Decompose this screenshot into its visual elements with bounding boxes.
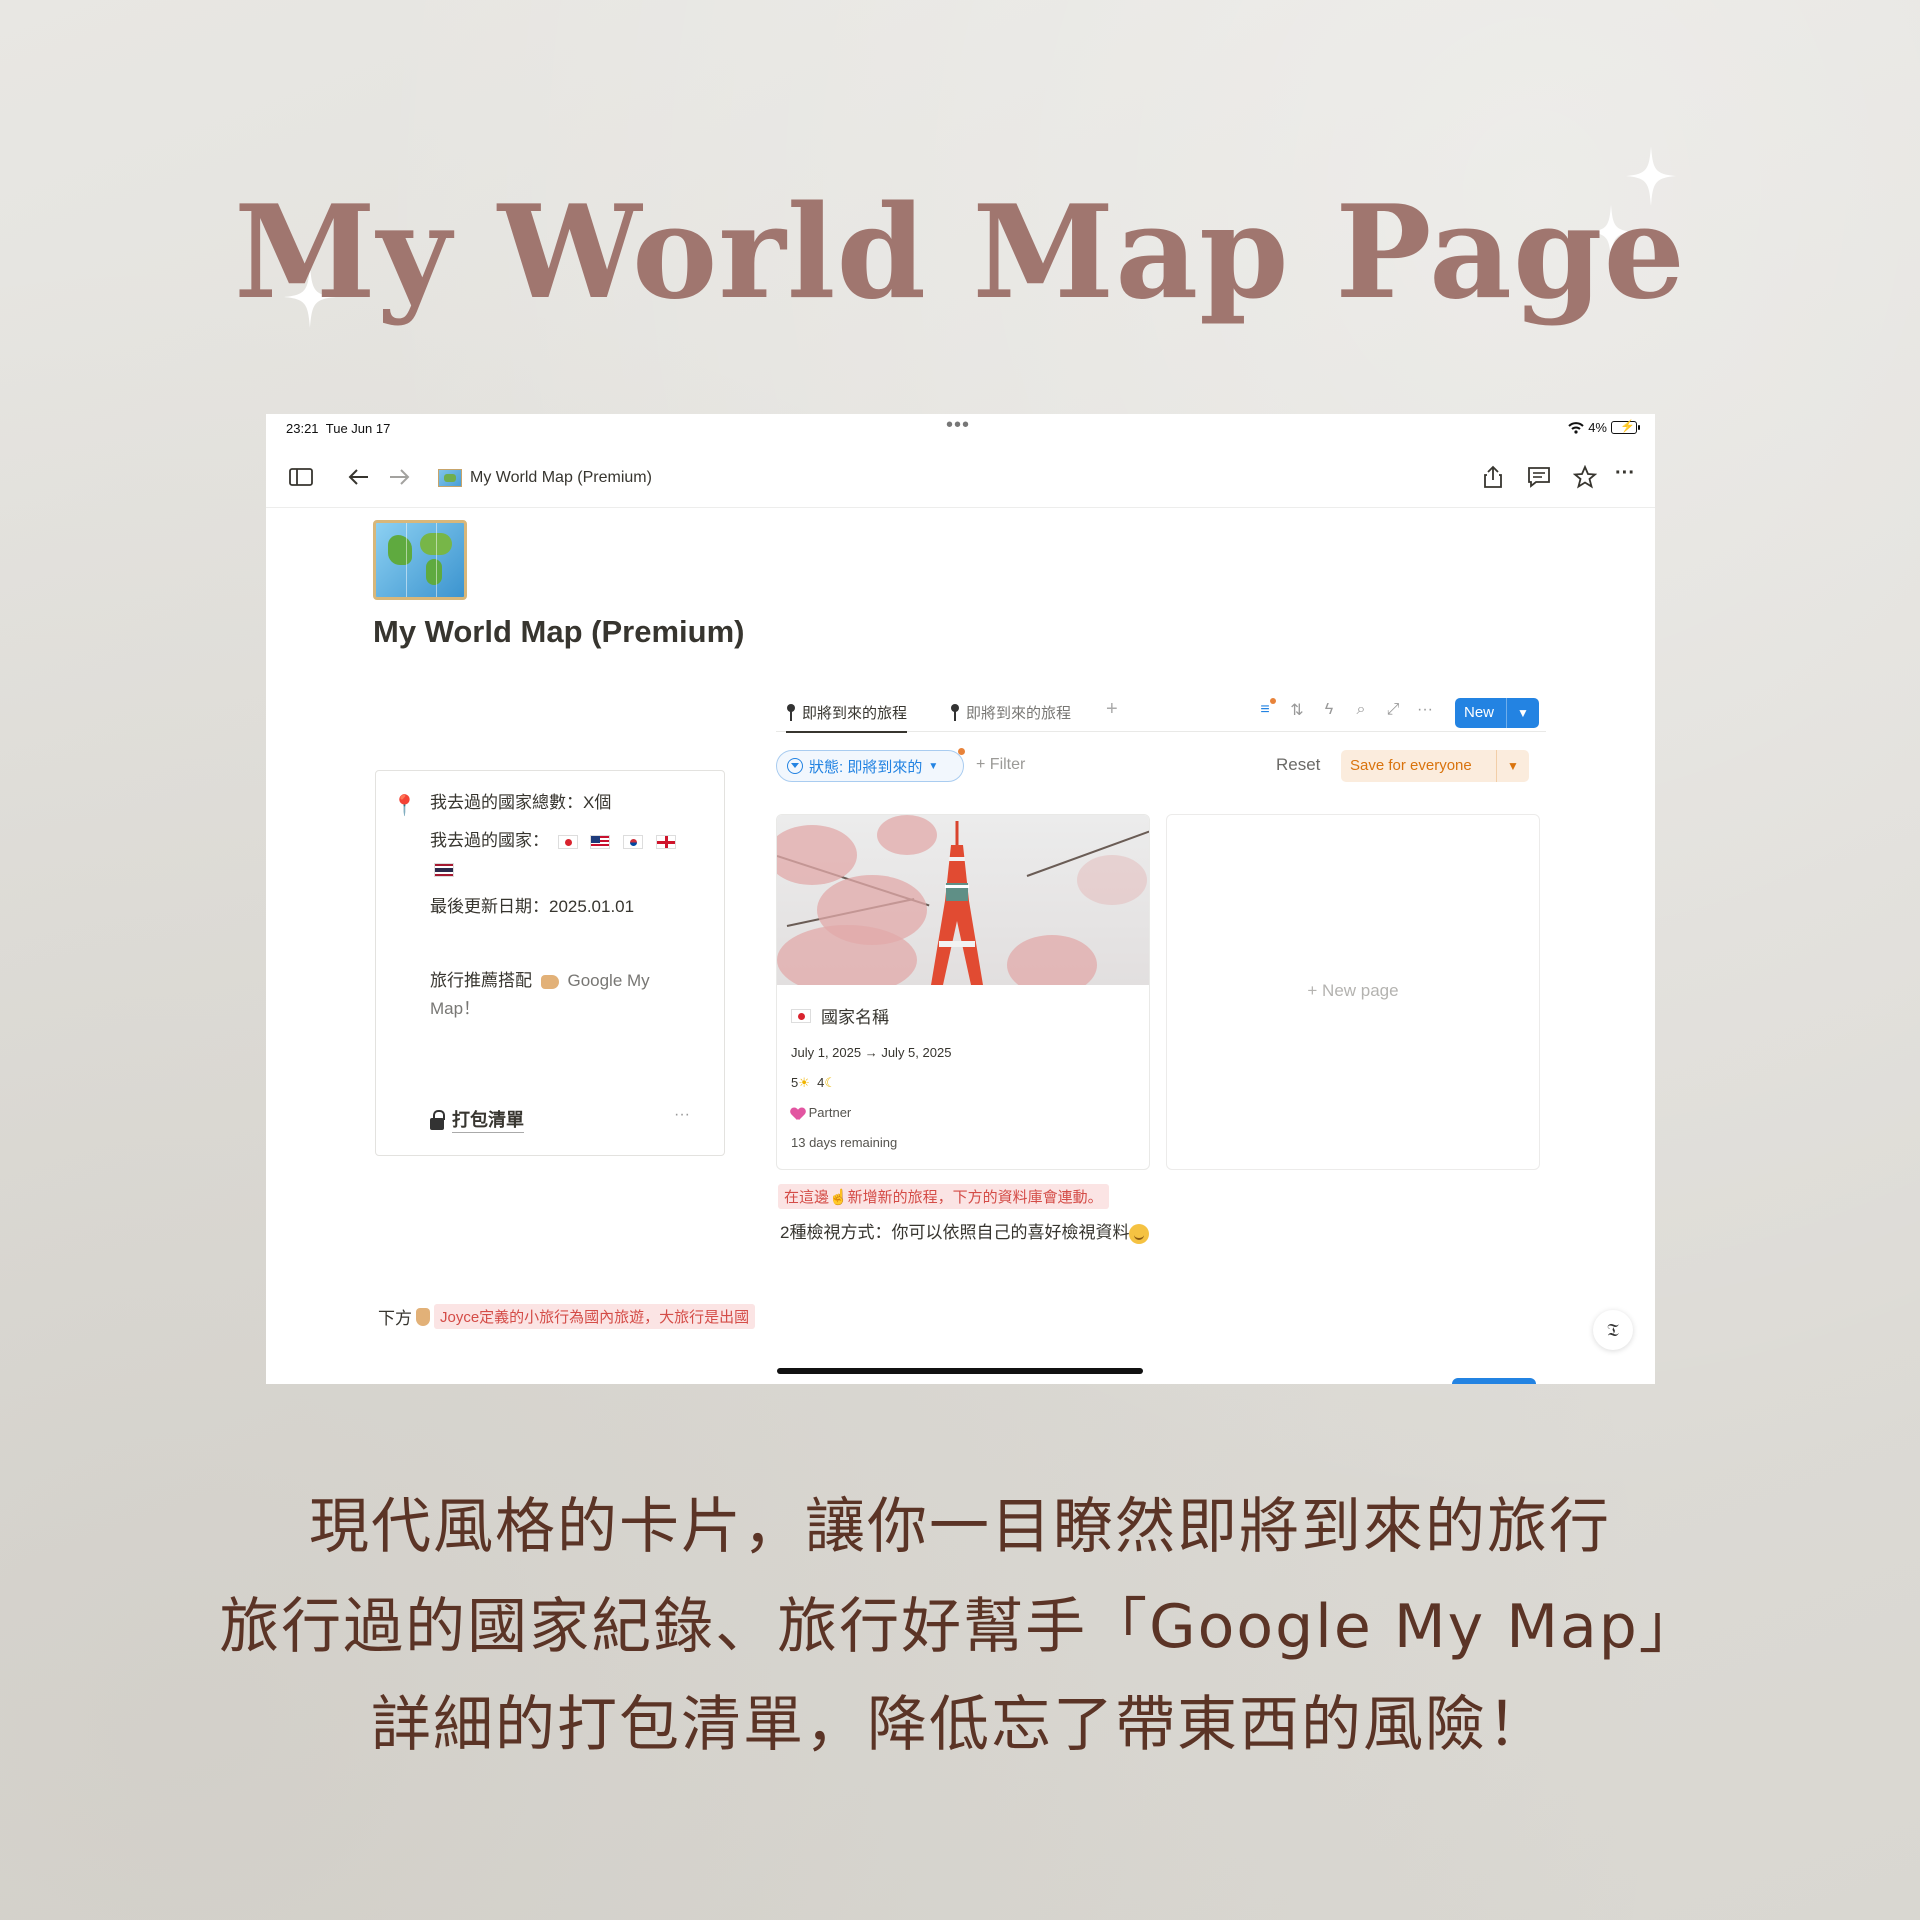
thailand-flag-icon xyxy=(434,862,454,877)
trip-remaining: 13 days remaining xyxy=(791,1135,898,1150)
last-updated: 最後更新日期：2025.01.01 xyxy=(430,897,635,916)
trip-companion: Partner xyxy=(791,1105,852,1120)
trip-dates: July 1, 2025 → July 5, 2025 xyxy=(791,1045,952,1060)
trip-days-nights: 5☀ 4☾ xyxy=(791,1075,837,1090)
breadcrumb[interactable]: My World Map (Premium) xyxy=(438,469,652,487)
reset-button[interactable]: Reset xyxy=(1276,755,1320,775)
recommend-text: 旅行推薦搭配 Google My Map！ xyxy=(430,971,650,1018)
usa-flag-icon xyxy=(590,834,611,849)
tokyo-tower-cover-image xyxy=(777,815,1149,985)
more-icon[interactable]: ··· xyxy=(674,1106,690,1124)
caption-line-2: 旅行過的國家紀錄、旅行好幫手「Google My Map」 xyxy=(219,1592,1701,1662)
app-screenshot: 23:21 Tue Jun 17 ••• 4% ⚡ My World Map (… xyxy=(266,414,1655,1384)
trip-country-name[interactable]: 國家名稱 xyxy=(791,1003,889,1028)
japan-flag-icon xyxy=(791,1008,811,1023)
new-page-label: + New page xyxy=(1307,981,1399,1000)
crescent-moon-icon: ☾ xyxy=(824,1075,837,1090)
trip-card[interactable]: 國家名稱 July 1, 2025 → July 5, 2025 5☀ 4☾ P… xyxy=(776,814,1150,1170)
more-icon[interactable]: ··· xyxy=(1416,701,1434,719)
world-map-icon[interactable] xyxy=(373,520,467,600)
tab-upcoming-trips-2[interactable]: 即將到來的旅程 xyxy=(950,702,1071,723)
new-page-card[interactable]: + New page xyxy=(1166,814,1540,1170)
automation-icon[interactable]: ϟ xyxy=(1320,701,1338,719)
search-icon[interactable]: ⌕ xyxy=(1352,701,1370,719)
filter-row: 狀態: 即將到來的 ▼ + Filter Reset Save for ever… xyxy=(776,748,1546,784)
chevron-down-icon[interactable]: ▼ xyxy=(1507,706,1539,720)
breadcrumb-title: My World Map (Premium) xyxy=(470,469,652,486)
view-modes-note: 2種檢視方式：你可以依照自己的喜好檢視資料 xyxy=(780,1218,1150,1244)
countries-visited: 我去過的國家： xyxy=(430,827,704,883)
caption-line-1: 現代風格的卡片，讓你一目瞭然即將到來的旅行 xyxy=(309,1492,1611,1562)
pointing-down-icon xyxy=(416,1307,430,1326)
star-icon[interactable] xyxy=(1570,462,1600,492)
multitask-dots[interactable]: ••• xyxy=(946,414,970,437)
add-trip-note: 在這邊☝️新增新的旅程，下方的資料庫會連動。 xyxy=(778,1184,1109,1209)
expand-icon[interactable]: ⤢ xyxy=(1384,701,1402,719)
top-bar: My World Map (Premium) ··· xyxy=(266,448,1655,508)
world-map-icon xyxy=(438,469,462,487)
countries-total: 我去過的國家總數：X個 xyxy=(430,793,612,812)
page-title[interactable]: My World Map (Premium) xyxy=(373,614,744,650)
database-toolbar: ≡ ⇅ ϟ ⌕ ⤢ ··· xyxy=(1256,698,1434,720)
chevron-down-icon: ▼ xyxy=(928,760,939,772)
wifi-icon xyxy=(1568,421,1584,434)
notion-ai-icon[interactable]: 𝔗 xyxy=(1593,1310,1633,1350)
status-icon xyxy=(787,758,803,774)
pointing-hand-icon xyxy=(540,974,559,989)
pushpin-icon xyxy=(950,703,960,722)
comment-icon[interactable] xyxy=(1524,462,1554,492)
luggage-icon xyxy=(430,1109,445,1130)
sidebar-icon[interactable] xyxy=(286,462,316,492)
packing-list-link[interactable]: 打包清單 xyxy=(430,1106,524,1133)
below-note: 下方 Joyce定義的小旅行為國內旅遊，大旅行是出國 xyxy=(378,1304,756,1329)
chevron-down-icon[interactable]: ▼ xyxy=(1497,759,1529,773)
save-for-everyone-button[interactable]: Save for everyone ▼ xyxy=(1341,750,1529,782)
status-right: 4% ⚡ xyxy=(1568,419,1640,435)
status-filter-pill[interactable]: 狀態: 即將到來的 ▼ xyxy=(776,748,965,782)
battery-percent: 4% xyxy=(1588,420,1607,435)
home-indicator[interactable] xyxy=(777,1368,1143,1374)
caption-line-3: 詳細的打包清單，降低忘了帶東西的風險！ xyxy=(371,1690,1549,1760)
battery-icon: ⚡ xyxy=(1611,419,1640,434)
korea-flag-icon xyxy=(623,834,644,849)
more-icon[interactable]: ··· xyxy=(1610,458,1640,488)
add-view-icon[interactable]: + xyxy=(1106,698,1118,721)
hero-title: My World Map Page xyxy=(234,178,1686,328)
pushpin-icon xyxy=(786,703,796,722)
status-bar: 23:21 Tue Jun 17 ••• 4% ⚡ xyxy=(266,414,1655,444)
sun-icon: ☀ xyxy=(798,1075,810,1090)
share-icon[interactable] xyxy=(1478,462,1508,492)
add-filter-button[interactable]: + Filter xyxy=(976,756,1025,774)
filter-icon[interactable]: ≡ xyxy=(1256,698,1276,719)
japan-flag-icon xyxy=(557,834,578,849)
new-button[interactable]: New ▼ xyxy=(1455,698,1539,728)
heart-icon xyxy=(791,1108,805,1120)
tab-upcoming-trips-1[interactable]: 即將到來的旅程 xyxy=(786,702,908,733)
round-pushpin-icon: 📍 xyxy=(392,795,417,817)
status-time: 23:21 Tue Jun 17 xyxy=(286,421,391,436)
travel-stats-callout: 📍 我去過的國家總數：X個 我去過的國家： 最後更新日期：2025.01.01 … xyxy=(375,770,725,1156)
england-flag-icon xyxy=(655,834,676,849)
smiling-face-icon xyxy=(1129,1223,1150,1244)
tokyo-tower-illustration xyxy=(931,821,983,985)
arrow-left-icon[interactable] xyxy=(344,462,374,492)
arrow-right-icon[interactable] xyxy=(384,462,414,492)
sort-icon[interactable]: ⇅ xyxy=(1288,700,1306,720)
floating-tab xyxy=(1452,1378,1536,1384)
